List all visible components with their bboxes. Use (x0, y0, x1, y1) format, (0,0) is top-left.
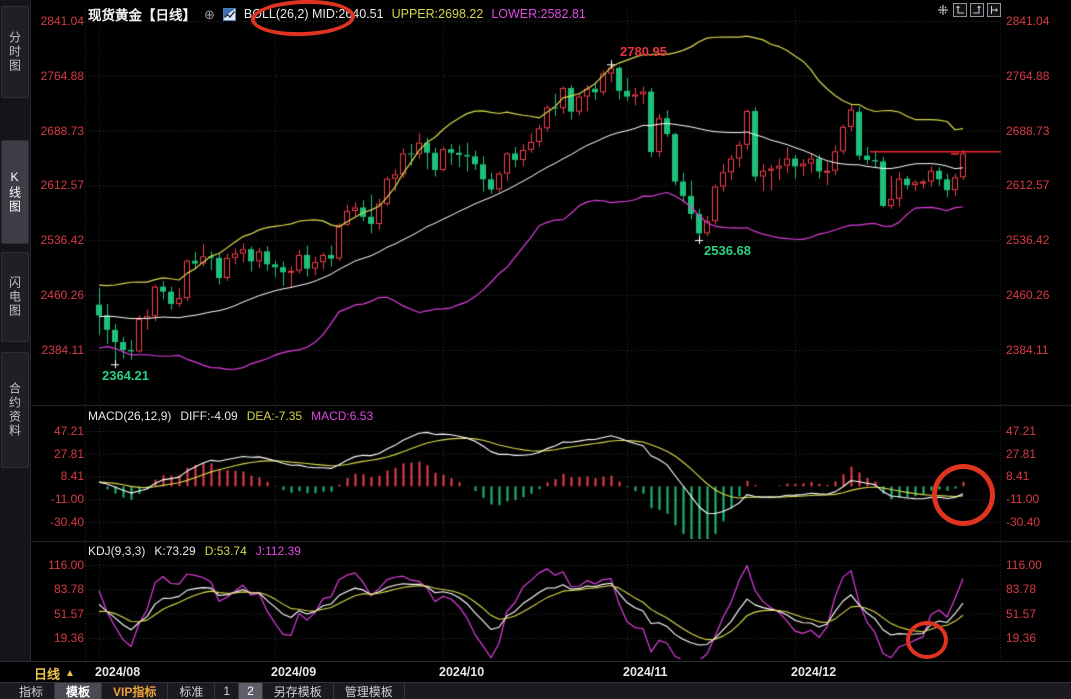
main-y-tick-left: 2536.42 (40, 233, 84, 248)
macd-y-tick-left: 47.21 (53, 424, 84, 438)
kdj-d-value: D:53.74 (204, 544, 247, 558)
sidebar-tab-3[interactable]: 闪电图 (1, 252, 29, 342)
x-axis-row (0, 661, 1071, 682)
main-y-tick-left: 2612.57 (40, 178, 84, 193)
macd-dea-value: DEA:-7.35 (246, 409, 303, 423)
annotation-circle-macd (932, 464, 995, 526)
macd-y-tick-right: -11.00 (1006, 492, 1040, 507)
left-sidebar: 分时图 K线图闪电图合约资料 (0, 0, 31, 661)
main-y-tick-left: 2764.88 (40, 68, 84, 83)
toolbar-item-3[interactable]: VIP指标 (102, 683, 169, 699)
kdj-y-tick-right: 116.00 (1006, 558, 1042, 572)
main-y-tick-right: 2612.57 (1006, 178, 1050, 193)
period-selector-button[interactable]: 日线 ▲ (34, 664, 75, 683)
sidebar-tab-1[interactable]: 分时图 (1, 6, 29, 98)
toolbar-item-4[interactable]: 标准 (168, 683, 216, 699)
x-axis-month-label: 2024/12 (791, 665, 837, 679)
boll-upper-readout: UPPER:2698.22 (391, 7, 484, 21)
macd-diff-value: DIFF:-4.09 (180, 409, 238, 423)
axis-right-icon[interactable] (970, 3, 984, 17)
trading-app-window: 分时图 K线图 闪电图 合约资料 现货黄金【日线】 ⊕ BOLL(26,2) MID:… (0, 0, 1071, 699)
macd-y-tick-right: 47.21 (1006, 424, 1037, 438)
macd-y-tick-right: -30.40 (1006, 515, 1041, 529)
kdj-y-tick-right: 51.57 (1006, 606, 1037, 621)
chart-style-icon[interactable] (222, 7, 236, 21)
price-scale-icon[interactable] (987, 3, 1001, 17)
instrument-title: 现货黄金【日线】 (88, 8, 196, 23)
toolbar-item-1[interactable]: 指标 (8, 683, 56, 699)
main-y-tick-right: 2764.88 (1006, 68, 1050, 83)
macd-y-tick-left: 8.41 (60, 469, 84, 484)
crosshair-icon[interactable] (936, 3, 950, 17)
main-y-tick-right: 2460.26 (1006, 288, 1050, 303)
bottom-toolbar: 指标 模板 VIP指标 标准 1 2 另存模板 管理模板 (0, 682, 1071, 699)
kdj-header: KDJ(9,3,3) K:73.29 D:53.74 J:112.39 (88, 544, 301, 558)
main-y-tick-right: 2841.04 (1006, 14, 1050, 28)
kdj-y-tick-right: 19.36 (1006, 631, 1037, 645)
main-y-tick-left: 2460.26 (40, 288, 84, 303)
boll-lower-readout: LOWER:2582.81 (491, 7, 586, 21)
x-axis-month-label: 2024/08 (95, 665, 141, 679)
kdj-y-tick-left: 83.78 (53, 582, 84, 597)
toolbar-item-8[interactable]: 管理模板 (334, 683, 405, 699)
main-y-tick-right: 2688.73 (1006, 123, 1050, 138)
swing-low-price-label: 2536.68 (704, 243, 751, 259)
macd-header: MACD(26,12,9) DIFF:-4.09 DEA:-7.35 MACD:… (88, 409, 373, 423)
x-axis-month-label: 2024/09 (271, 665, 317, 679)
macd-bar-value: MACD:6.53 (311, 409, 374, 423)
sidebar-tab-2[interactable]: K线图 (1, 140, 29, 244)
macd-y-tick-left: -30.40 (49, 515, 84, 529)
collapse-icon[interactable]: ⊕ (204, 8, 215, 21)
macd-y-tick-left: -11.00 (50, 492, 84, 507)
period-low-price-label: 2364.21 (102, 368, 149, 384)
kdj-y-tick-left: 116.00 (48, 558, 84, 572)
macd-y-tick-right: 27.81 (1006, 446, 1037, 461)
main-y-tick-left: 2688.73 (40, 123, 84, 138)
kdj-j-value: J:112.39 (255, 544, 301, 558)
x-axis-month-label: 2024/10 (439, 665, 485, 679)
sidebar-tab-4[interactable]: 合约资料 (1, 352, 29, 468)
main-y-tick-right: 2536.42 (1006, 233, 1050, 248)
toolbar-item-5[interactable]: 1 (215, 683, 240, 699)
high-price-label: 2780.95 (620, 44, 667, 60)
main-y-tick-left: 2384.11 (41, 342, 85, 357)
toolbar-item-7[interactable]: 另存模板 (263, 683, 334, 699)
toolbar-item-2[interactable]: 模板 (55, 683, 103, 699)
chart-tool-icons (936, 3, 1001, 17)
main-y-tick-right: 2384.11 (1006, 342, 1049, 357)
kdj-y-tick-right: 83.78 (1006, 582, 1037, 597)
main-y-tick-left: 2841.04 (40, 14, 84, 28)
annotation-circle-kdj (906, 621, 948, 659)
triangle-up-icon: ▲ (65, 668, 75, 679)
toolbar-item-6[interactable]: 2 (239, 683, 263, 699)
macd-title: MACD(26,12,9) (88, 409, 172, 423)
kline-chart-canvas[interactable] (0, 0, 1071, 699)
x-axis-month-label: 2024/11 (623, 665, 668, 679)
kdj-y-tick-left: 51.57 (53, 606, 84, 621)
macd-y-tick-left: 27.81 (53, 446, 84, 461)
period-label: 日线 (34, 667, 61, 682)
kdj-title: KDJ(9,3,3) (88, 544, 146, 558)
axis-left-icon[interactable] (953, 3, 967, 17)
kdj-k-value: K:73.29 (154, 544, 196, 558)
kdj-y-tick-left: 19.36 (53, 631, 84, 645)
macd-y-tick-right: 8.41 (1006, 469, 1030, 484)
